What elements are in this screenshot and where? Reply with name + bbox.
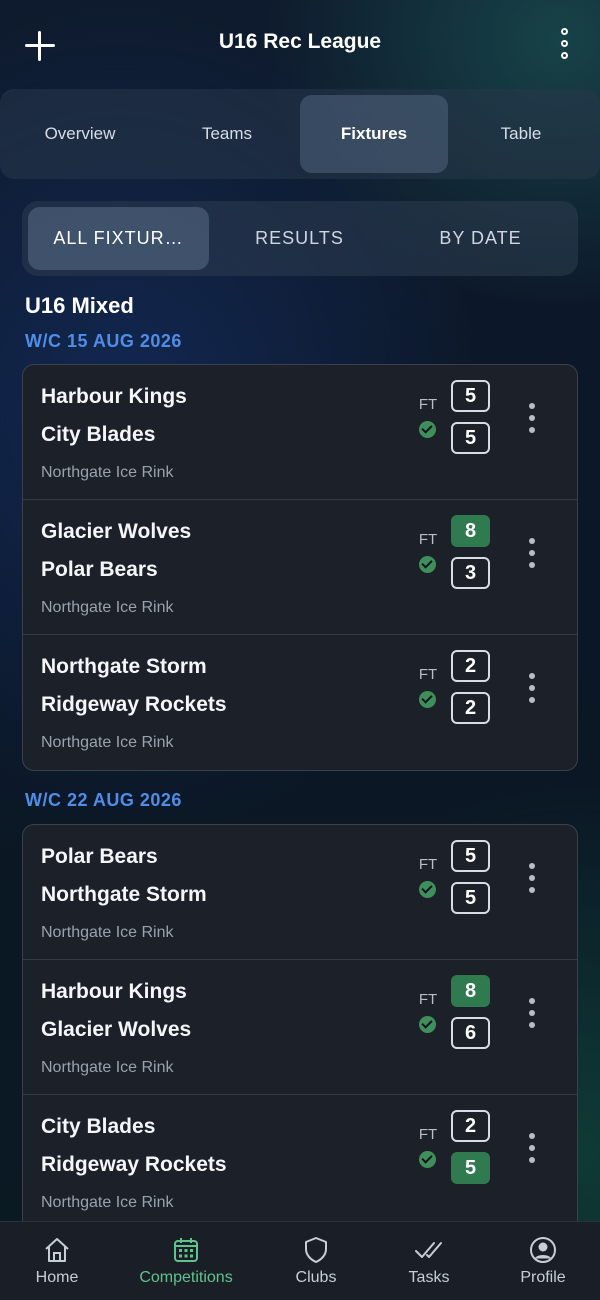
nav-label: Home — [35, 1269, 79, 1286]
competition-tabs: Overview Teams Fixtures Table — [0, 89, 600, 179]
page-title: U16 Rec League — [218, 30, 382, 53]
fixtures-card: Polar Bears Northgate Storm Northgate Ic… — [22, 824, 578, 1244]
home-score: 5 — [451, 840, 490, 872]
away-score: 6 — [451, 1017, 490, 1049]
home-team: Harbour Kings — [41, 385, 187, 408]
fixture-filter: ALL FIXTUR… RESULTS BY DATE — [22, 201, 578, 276]
fixture-row[interactable]: Glacier Wolves Polar Bears Northgate Ice… — [23, 500, 577, 635]
home-score: 2 — [451, 650, 490, 682]
more-vertical-icon[interactable] — [553, 28, 577, 62]
away-score: 5 — [451, 1152, 490, 1184]
away-score: 2 — [451, 692, 490, 724]
more-vertical-icon[interactable] — [525, 863, 539, 893]
tab-table[interactable]: Table — [447, 95, 595, 173]
home-score: 8 — [451, 515, 490, 547]
match-status: FT — [418, 991, 438, 1008]
nav-label: Competitions — [139, 1269, 233, 1286]
match-status: FT — [418, 666, 438, 683]
home-team: Glacier Wolves — [41, 520, 192, 543]
double-check-icon — [415, 1242, 442, 1258]
check-icon — [419, 556, 436, 573]
tab-fixtures[interactable]: Fixtures — [300, 95, 448, 173]
tab-overview[interactable]: Overview — [6, 95, 154, 173]
match-status: FT — [418, 531, 438, 548]
away-team: Glacier Wolves — [41, 1018, 192, 1041]
match-status: FT — [418, 1126, 438, 1143]
away-team: Northgate Storm — [41, 883, 207, 906]
venue: Northgate Ice Rink — [41, 464, 174, 481]
check-icon — [419, 1016, 436, 1033]
match-status: FT — [418, 396, 438, 413]
venue: Northgate Ice Rink — [41, 734, 174, 751]
away-score: 5 — [451, 882, 490, 914]
away-team: Polar Bears — [41, 558, 158, 581]
week-label: W/C 22 AUG 2026 — [25, 790, 182, 810]
fixture-row[interactable]: Northgate Storm Ridgeway Rockets Northga… — [23, 635, 577, 770]
more-vertical-icon[interactable] — [525, 538, 539, 568]
away-score: 5 — [451, 422, 490, 454]
home-team: Northgate Storm — [41, 655, 207, 678]
nav-competitions[interactable]: Competitions — [126, 1222, 246, 1300]
more-vertical-icon[interactable] — [525, 673, 539, 703]
home-team: Polar Bears — [41, 845, 158, 868]
fixture-row[interactable]: Harbour Kings Glacier Wolves Northgate I… — [23, 960, 577, 1095]
away-team: Ridgeway Rockets — [41, 1153, 227, 1176]
week-label: W/C 15 AUG 2026 — [25, 331, 182, 351]
home-icon — [45, 1238, 69, 1262]
nav-label: Clubs — [295, 1269, 337, 1286]
filter-all-fixtures[interactable]: ALL FIXTUR… — [28, 207, 209, 270]
venue: Northgate Ice Rink — [41, 1059, 174, 1076]
app-header: U16 Rec League — [0, 0, 600, 92]
check-icon — [419, 881, 436, 898]
check-icon — [419, 691, 436, 708]
venue: Northgate Ice Rink — [41, 924, 174, 941]
fixtures-card: Harbour Kings City Blades Northgate Ice … — [22, 364, 578, 771]
shield-icon — [305, 1237, 327, 1263]
more-vertical-icon[interactable] — [525, 403, 539, 433]
away-score: 3 — [451, 557, 490, 589]
check-icon — [419, 1151, 436, 1168]
nav-clubs[interactable]: Clubs — [281, 1222, 351, 1300]
nav-label: Profile — [520, 1269, 566, 1286]
nav-label: Tasks — [408, 1269, 450, 1286]
venue: Northgate Ice Rink — [41, 599, 174, 616]
tab-teams[interactable]: Teams — [153, 95, 301, 173]
home-team: City Blades — [41, 1115, 156, 1138]
more-vertical-icon[interactable] — [525, 998, 539, 1028]
venue: Northgate Ice Rink — [41, 1194, 174, 1211]
filter-results[interactable]: RESULTS — [209, 207, 390, 270]
home-team: Harbour Kings — [41, 980, 187, 1003]
nav-tasks[interactable]: Tasks — [394, 1222, 464, 1300]
home-score: 5 — [451, 380, 490, 412]
calendar-icon — [174, 1238, 198, 1262]
nav-profile[interactable]: Profile — [508, 1222, 578, 1300]
division-title: U16 Mixed — [25, 293, 134, 318]
home-score: 8 — [451, 975, 490, 1007]
nav-home[interactable]: Home — [22, 1222, 92, 1300]
fixture-row[interactable]: Polar Bears Northgate Storm Northgate Ic… — [23, 825, 577, 960]
filter-by-date[interactable]: BY DATE — [390, 207, 571, 270]
home-score: 2 — [451, 1110, 490, 1142]
more-vertical-icon[interactable] — [525, 1133, 539, 1163]
bottom-navigation: Home Competitions Clubs Tasks Profile — [0, 1221, 600, 1300]
fixture-row[interactable]: City Blades Ridgeway Rockets Northgate I… — [23, 1095, 577, 1230]
fixture-row[interactable]: Harbour Kings City Blades Northgate Ice … — [23, 365, 577, 500]
away-team: City Blades — [41, 423, 156, 446]
away-team: Ridgeway Rockets — [41, 693, 227, 716]
match-status: FT — [418, 856, 438, 873]
check-icon — [419, 421, 436, 438]
user-circle-icon — [530, 1237, 556, 1263]
